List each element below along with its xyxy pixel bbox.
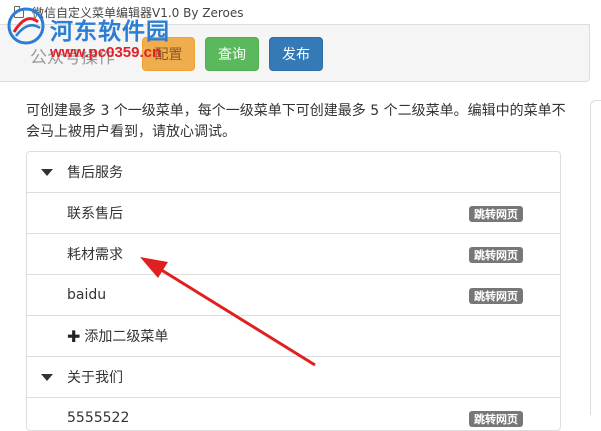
menu-group-title: 关于我们 [67,370,123,386]
menu-item-badge: 跳转网页 [469,247,523,263]
menu-item[interactable]: baidu 跳转网页 [27,275,560,316]
menu-item[interactable]: 联系售后 跳转网页 [27,193,560,234]
add-submenu-button[interactable]: ✚ 添加二级菜单 [27,316,560,357]
window-titlebar: 微信自定义菜单编辑器V1.0 By Zeroes [0,0,601,24]
menu-group-aftersales[interactable]: 售后服务 [27,152,560,193]
toolbar: 公众号操作 配置 查询 发布 [0,24,590,82]
window-title: 微信自定义菜单编辑器V1.0 By Zeroes [32,5,244,20]
caret-down-icon[interactable] [41,168,53,176]
menu-panel: 售后服务 联系售后 跳转网页 耗材需求 跳转网页 baidu 跳转网页 ✚ 添加… [26,151,561,431]
description-text: 可创建最多 3 个一级菜单，每个一级菜单下可创建最多 5 个二级菜单。编辑中的菜… [26,103,566,140]
add-submenu-label: 添加二级菜单 [84,329,169,345]
menu-item-label: 耗材需求 [67,247,123,263]
document-icon [14,6,24,18]
menu-item-label: 联系售后 [67,206,123,222]
menu-item-label: baidu [67,287,107,303]
publish-button[interactable]: 发布 [269,37,323,71]
menu-item-badge: 跳转网页 [469,288,523,304]
query-button[interactable]: 查询 [205,37,259,71]
side-panel-edge [590,100,601,415]
menu-item-badge: 跳转网页 [469,411,523,427]
menu-item-badge: 跳转网页 [469,206,523,222]
menu-item[interactable]: 耗材需求 跳转网页 [27,234,560,275]
caret-down-icon[interactable] [41,373,53,381]
toolbar-label: 公众号操作 [30,48,115,68]
plus-icon: ✚ [67,326,81,346]
menu-group-title: 售后服务 [67,165,123,181]
menu-group-about[interactable]: 关于我们 [27,357,560,398]
menu-item-label: 5555522 [67,410,130,426]
config-button[interactable]: 配置 [142,37,195,71]
